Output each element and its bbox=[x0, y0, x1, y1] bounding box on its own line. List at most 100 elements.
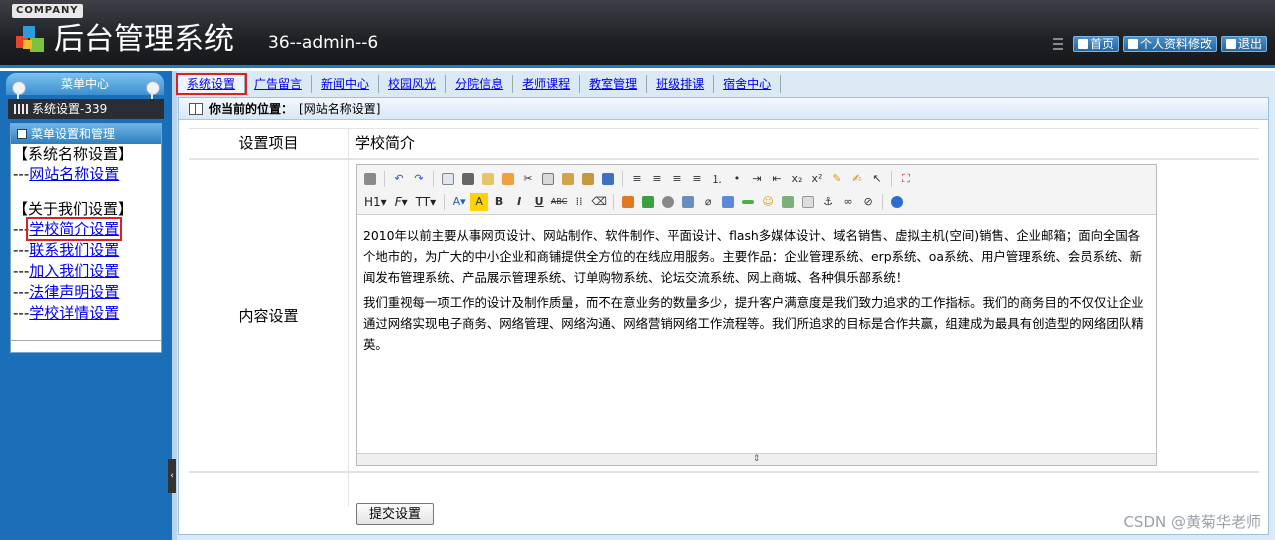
attachment-icon[interactable]: ⌀ bbox=[699, 193, 717, 211]
font-color-icon[interactable]: A▾ bbox=[450, 193, 468, 211]
menu-link-prefix: --- bbox=[13, 165, 30, 183]
link-icon[interactable]: ∞ bbox=[839, 193, 857, 211]
menu-link-label[interactable]: 加入我们设置 bbox=[29, 262, 119, 280]
editor-paragraph: 我们重视每一项工作的设计及制作质量，而不在意业务的数量多少，提升客户满意度是我们… bbox=[363, 295, 1144, 352]
paste-icon[interactable] bbox=[559, 170, 577, 188]
superscript-icon[interactable]: x² bbox=[808, 170, 826, 188]
image-icon[interactable] bbox=[619, 193, 637, 211]
align-left-icon[interactable]: ≡ bbox=[628, 170, 646, 188]
map-icon[interactable] bbox=[779, 193, 797, 211]
media-icon[interactable] bbox=[679, 193, 697, 211]
highlight-color-icon[interactable]: A bbox=[470, 192, 489, 211]
menu-link-site-name[interactable]: ---网站名称设置 bbox=[11, 164, 161, 185]
preview-icon[interactable] bbox=[439, 170, 457, 188]
resize-handle[interactable]: ⇕ bbox=[357, 453, 1156, 465]
tab-system-settings[interactable]: 系统设置 bbox=[175, 73, 248, 95]
print-icon[interactable] bbox=[459, 170, 477, 188]
flash-icon[interactable] bbox=[659, 193, 677, 211]
menu-link-label[interactable]: 学校简介设置 bbox=[26, 217, 123, 241]
align-justify-icon[interactable]: ≡ bbox=[688, 170, 706, 188]
top-header: COMPANY 后台管理系统 36--admin--6 首页 个人资料修改 退出 bbox=[0, 0, 1275, 68]
indent-icon[interactable]: ⇥ bbox=[748, 170, 766, 188]
heading-dropdown[interactable]: H1▾ bbox=[361, 195, 390, 209]
anchor-icon[interactable]: ⚓ bbox=[819, 193, 837, 211]
top-tabs: 系统设置 广告留言 新闻中心 校园风光 分院信息 老师课程 教室管理 班级排课 … bbox=[175, 73, 782, 95]
italic-icon[interactable]: I bbox=[510, 193, 528, 211]
watermark: CSDN @黄菊华老师 bbox=[1123, 513, 1261, 531]
redo-icon[interactable]: ↷ bbox=[410, 170, 428, 188]
subscript-icon[interactable]: x₂ bbox=[788, 170, 806, 188]
outdent-icon[interactable]: ⇤ bbox=[768, 170, 786, 188]
source-icon[interactable] bbox=[361, 170, 379, 188]
unordered-list-icon[interactable]: • bbox=[728, 170, 746, 188]
tab-campus[interactable]: 校园风光 bbox=[379, 75, 447, 93]
top-links: 首页 个人资料修改 退出 bbox=[1052, 36, 1267, 52]
menu-link-contact[interactable]: ---联系我们设置 bbox=[11, 240, 161, 261]
editor-toolbar: ↶ ↷ ✂ ≡ ≡ ≡ ≡ ⒈ • ⇥ ⇤ x₂ x² ✎ ✍ ↖ ⛶ H1▾ … bbox=[357, 165, 1156, 215]
tab-teacher-courses[interactable]: 老师课程 bbox=[513, 75, 581, 93]
system-menu-bar[interactable]: 系统设置-339 bbox=[8, 99, 164, 119]
profile-link[interactable]: 个人资料修改 bbox=[1122, 36, 1217, 52]
ordered-list-icon[interactable]: ⒈ bbox=[708, 170, 726, 188]
tab-branches[interactable]: 分院信息 bbox=[446, 75, 514, 93]
tab-news[interactable]: 新闻中心 bbox=[312, 75, 380, 93]
menu-link-label[interactable]: 学校详情设置 bbox=[29, 304, 119, 322]
font-size-dropdown[interactable]: TT▾ bbox=[413, 195, 439, 209]
help-icon[interactable] bbox=[888, 193, 906, 211]
strikethrough-icon[interactable]: ABC bbox=[550, 193, 568, 211]
company-badge: COMPANY bbox=[12, 4, 83, 18]
menu-link-join[interactable]: ---加入我们设置 bbox=[11, 261, 161, 282]
logout-link[interactable]: 退出 bbox=[1220, 36, 1267, 52]
collapse-arrow-icon[interactable]: ‹ bbox=[168, 459, 176, 493]
power-icon bbox=[1225, 39, 1236, 49]
paste-text-icon[interactable] bbox=[579, 170, 597, 188]
menu-link-legal[interactable]: ---法律声明设置 bbox=[11, 282, 161, 303]
select-all-icon[interactable]: ✍ bbox=[848, 170, 866, 188]
clear-format-icon[interactable]: ✎ bbox=[828, 170, 846, 188]
menu-link-school-detail[interactable]: ---学校详情设置 bbox=[11, 303, 161, 324]
horizontal-rule-icon[interactable] bbox=[739, 193, 757, 211]
menu-link-label[interactable]: 网站名称设置 bbox=[29, 165, 119, 183]
undo-icon[interactable]: ↶ bbox=[390, 170, 408, 188]
panel-footer bbox=[11, 340, 161, 352]
tab-ads[interactable]: 广告留言 bbox=[245, 75, 313, 93]
page-break-icon[interactable] bbox=[799, 193, 817, 211]
logout-link-label: 退出 bbox=[1237, 37, 1262, 51]
emoticon-icon[interactable]: ☺ bbox=[759, 193, 777, 211]
tab-dormitory[interactable]: 宿舍中心 bbox=[714, 75, 782, 93]
font-family-dropdown[interactable]: F▾ bbox=[392, 195, 411, 209]
main-area: ‹ 系统设置 广告留言 新闻中心 校园风光 分院信息 老师课程 教室管理 班级排… bbox=[168, 71, 1275, 540]
tab-class-schedule[interactable]: 班级排课 bbox=[647, 75, 715, 93]
menu-link-school-intro[interactable]: ---学校简介设置 bbox=[11, 217, 161, 241]
copy-icon[interactable] bbox=[539, 170, 557, 188]
tab-classrooms[interactable]: 教室管理 bbox=[580, 75, 648, 93]
pointer-icon[interactable]: ↖ bbox=[868, 170, 886, 188]
line-height-icon[interactable]: ⁞⁞ bbox=[570, 193, 588, 211]
code-icon[interactable] bbox=[499, 170, 517, 188]
form-label-item: 设置项目 bbox=[189, 129, 349, 158]
menu-link-prefix: --- bbox=[13, 262, 30, 280]
sidebar-splitter[interactable]: ‹ bbox=[168, 71, 177, 540]
menu-link-prefix: --- bbox=[13, 304, 30, 322]
align-right-icon[interactable]: ≡ bbox=[668, 170, 686, 188]
multi-image-icon[interactable] bbox=[639, 193, 657, 211]
bold-icon[interactable]: B bbox=[490, 193, 508, 211]
underline-icon[interactable]: U bbox=[530, 193, 548, 211]
home-link[interactable]: 首页 bbox=[1072, 36, 1119, 52]
submit-button[interactable]: 提交设置 bbox=[356, 503, 435, 525]
rich-text-editor[interactable]: ↶ ↷ ✂ ≡ ≡ ≡ ≡ ⒈ • ⇥ ⇤ x₂ x² ✎ ✍ ↖ ⛶ H1▾ … bbox=[356, 164, 1157, 466]
editor-body[interactable]: 2010年以前主要从事网页设计、网站制作、软件制作、平面设计、flash多媒体设… bbox=[357, 215, 1156, 369]
cut-icon[interactable]: ✂ bbox=[519, 170, 537, 188]
table-icon[interactable] bbox=[719, 193, 737, 211]
book-icon bbox=[189, 102, 203, 115]
home-link-label: 首页 bbox=[1089, 37, 1114, 51]
menu-link-label[interactable]: 联系我们设置 bbox=[29, 241, 119, 259]
fullscreen-icon[interactable]: ⛶ bbox=[897, 170, 915, 188]
menu-panel-title: 菜单设置和管理 bbox=[31, 127, 116, 141]
align-center-icon[interactable]: ≡ bbox=[648, 170, 666, 188]
menu-link-label[interactable]: 法律声明设置 bbox=[29, 283, 119, 301]
unlink-icon[interactable]: ⊘ bbox=[859, 193, 877, 211]
paste-word-icon[interactable] bbox=[599, 170, 617, 188]
template-icon[interactable] bbox=[479, 170, 497, 188]
eraser-icon[interactable]: ⌫ bbox=[590, 193, 608, 211]
